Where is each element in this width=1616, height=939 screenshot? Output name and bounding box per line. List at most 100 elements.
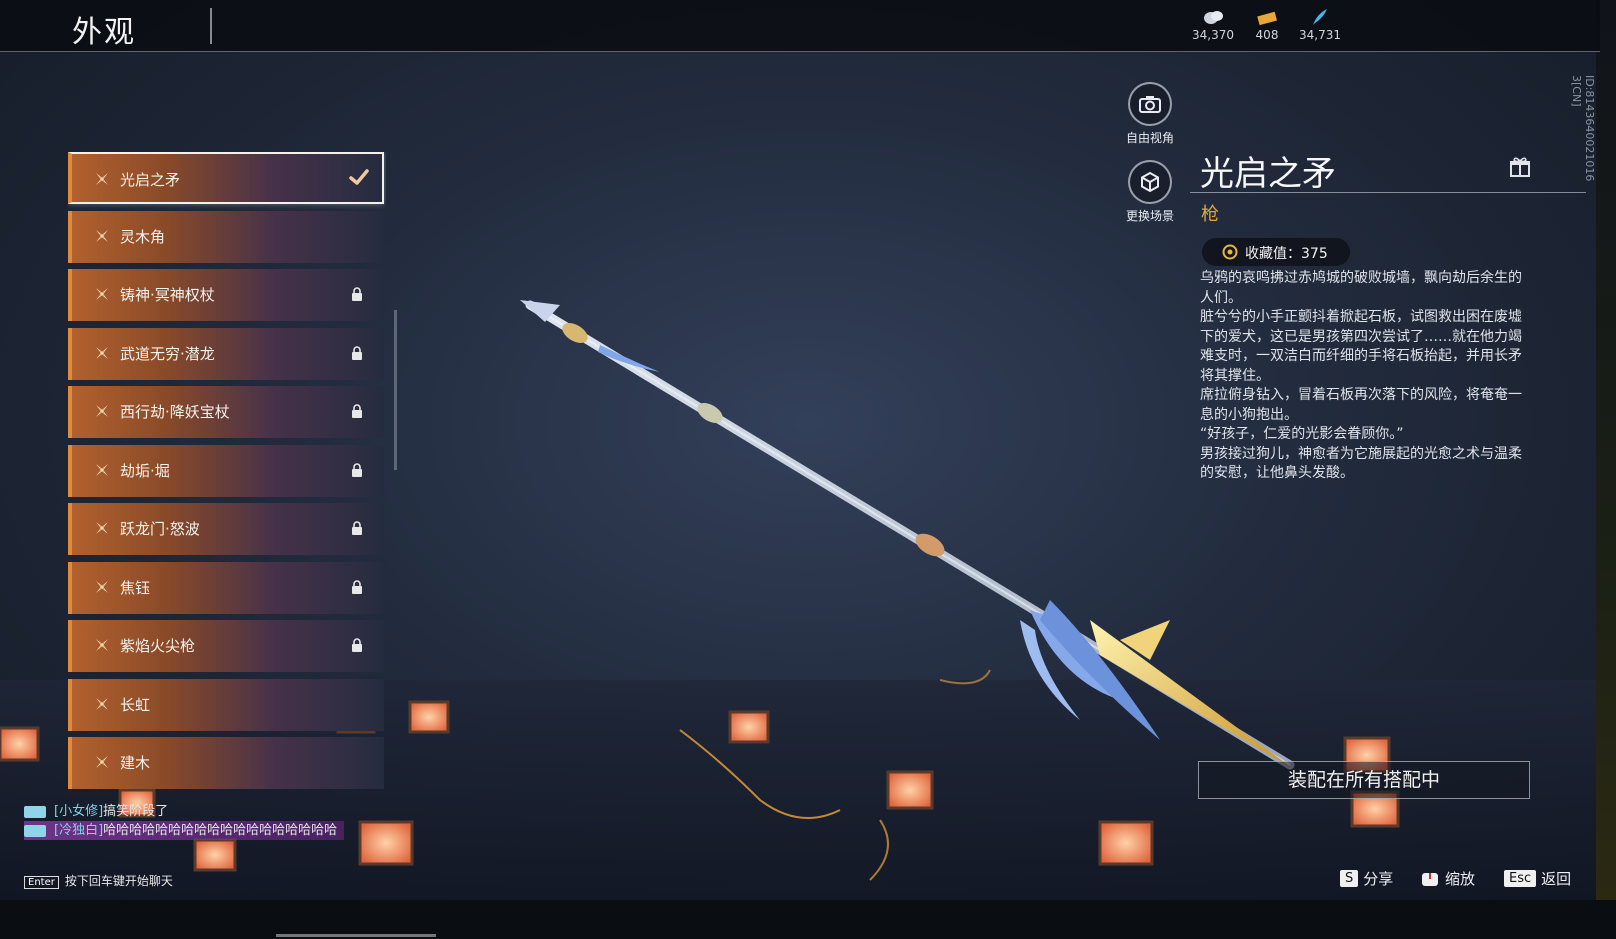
lock-icon [352, 345, 362, 360]
desc-paragraph: 脏兮兮的小手正颤抖着掀起石板，试图救出困在废墟下的爱犬，这已是男孩第四次尝试了…… [1200, 309, 1522, 384]
feather-icon [1313, 9, 1327, 25]
item-name-divider [1190, 192, 1586, 193]
item-type: 枪 [1201, 204, 1219, 225]
chat-message: [小女修]搞笑阶段了 [24, 802, 344, 821]
bottom-edge-strip [0, 900, 1616, 939]
lock-icon [352, 462, 362, 477]
mouse-icon [1422, 872, 1438, 886]
weapon-emblem-icon [96, 756, 108, 768]
change-scene-button[interactable]: 更换场景 [1110, 160, 1190, 224]
chat-panel: [小女修]搞笑阶段了 [冷独白]哈哈哈哈哈哈哈哈哈哈哈哈哈哈哈哈哈哈 [24, 802, 344, 840]
back-hint[interactable]: Esc 返回 [1504, 868, 1571, 892]
skin-label: 武道无穷·潜龙 [120, 344, 215, 363]
weapon-emblem-icon [96, 173, 108, 185]
chat-sender[interactable]: [小女修] [54, 804, 103, 819]
chat-text: 搞笑阶段了 [103, 804, 169, 819]
ticket-icon [1257, 11, 1277, 26]
channel-icon [24, 805, 46, 818]
currency-feather-value: 34,731 [1299, 28, 1341, 42]
weapon-emblem-icon [96, 697, 108, 710]
back-key: Esc [1504, 870, 1537, 887]
skin-list-item[interactable]: 长虹 [68, 678, 384, 731]
skin-label: 灵木角 [120, 227, 166, 246]
lock-icon [352, 287, 362, 301]
collection-badge: 收藏值：375 [1202, 238, 1350, 266]
skin-list-item[interactable]: 铸神·冥神权杖 [68, 269, 384, 321]
skin-label: 焦钰 [120, 578, 151, 597]
lock-icon [352, 521, 362, 535]
weapon-emblem-icon [96, 288, 108, 300]
free-view-button[interactable]: 自由视角 [1110, 82, 1190, 146]
weapon-emblem-icon [96, 639, 108, 651]
skin-label: 紫焰火尖枪 [120, 637, 196, 655]
weapon-emblem-icon [96, 229, 108, 242]
currency-coin: 34,370 [1183, 8, 1243, 42]
zoom-label: 缩放 [1445, 870, 1476, 888]
skin-label: 铸神·冥神权杖 [120, 286, 215, 304]
share-key: S [1340, 870, 1359, 887]
player-id-label: ID:8143640021016 3[CN] [1570, 75, 1596, 182]
weapon-emblem-icon [96, 522, 108, 534]
currency-coin-value: 34,370 [1192, 28, 1234, 42]
currency-ticket: 408 [1237, 8, 1297, 42]
skin-list-item[interactable]: 武道无穷·潜龙 [68, 327, 384, 380]
list-scrollbar[interactable] [394, 310, 397, 470]
skin-label: 光启之矛 [120, 171, 181, 189]
right-edge-strip [1596, 0, 1616, 939]
skin-list-item[interactable]: 焦钰 [68, 561, 384, 614]
change-scene-label: 更换场景 [1125, 209, 1174, 223]
item-description: 乌鸦的哀鸣拂过赤鸠城的破败城墙，飘向劫后余生的人们。 脏兮兮的小手正颤抖着掀起石… [1200, 269, 1534, 484]
camera-icon [1139, 96, 1161, 113]
share-label: 分享 [1363, 870, 1394, 888]
desc-paragraph: 席拉俯身钻入，冒着石板再次落下的风险，将奄奄一息的小狗抱出。 [1200, 387, 1522, 423]
collection-icon [1222, 244, 1238, 260]
chat-sender[interactable]: [冷独白] [54, 823, 103, 838]
gift-icon[interactable] [1508, 155, 1532, 179]
desc-paragraph: “好孩子，仁爱的光影会眷顾你。” [1200, 426, 1404, 442]
weapon-emblem-icon [96, 346, 108, 359]
cube-icon [1141, 171, 1159, 193]
desc-paragraph: 乌鸦的哀鸣拂过赤鸠城的破败城墙，飘向劫后余生的人们。 [1200, 270, 1522, 306]
chat-input-hint[interactable]: Enter 按下回车键开始聊天 [24, 872, 173, 889]
skin-list-item[interactable]: 劫垢·堀 [68, 444, 384, 497]
back-label: 返回 [1541, 870, 1572, 888]
free-view-label: 自由视角 [1125, 131, 1174, 145]
lock-icon [352, 579, 362, 594]
skin-list-item[interactable]: 西行劫·降妖宝杖 [68, 386, 384, 438]
skin-label: 西行劫·降妖宝杖 [120, 403, 230, 421]
weapon-emblem-icon [96, 580, 108, 593]
share-hint[interactable]: S 分享 [1340, 868, 1393, 892]
title-separator [210, 8, 212, 44]
skin-list-item[interactable]: 跃龙门·怒波 [68, 503, 384, 555]
lock-icon [352, 404, 362, 418]
skin-label: 长虹 [120, 695, 151, 714]
desc-paragraph: 男孩接过狗儿，神愈者为它施展起的光愈之术与温柔的安慰，让他鼻头发酸。 [1200, 445, 1522, 482]
top-bar-divider [0, 51, 1600, 52]
lock-icon [352, 638, 362, 652]
chat-prompt: 按下回车键开始聊天 [64, 874, 173, 888]
skin-list-item[interactable]: 建木 [68, 737, 384, 789]
enter-key-icon: Enter [24, 876, 59, 889]
skin-list-item[interactable]: 光启之矛 [68, 152, 384, 204]
skin-list-item[interactable]: 灵木角 [68, 210, 384, 263]
equip-all-outfits-button[interactable]: 装配在所有搭配中 [1198, 761, 1530, 799]
checkmark-icon [349, 169, 369, 185]
weapon-emblem-icon [96, 463, 108, 476]
collection-value: 收藏值：375 [1245, 246, 1328, 262]
skin-label: 跃龙门·怒波 [120, 520, 200, 538]
weapon-emblem-icon [96, 405, 108, 417]
currency-feather: 34,731 [1290, 8, 1350, 42]
top-bar [0, 0, 1600, 52]
skin-list[interactable]: 光启之矛灵木角铸神·冥神权杖 武道无穷·潜龙 西行劫·降妖宝杖 劫垢·堀跃龙门·怒波焦… [68, 152, 386, 800]
item-name: 光启之矛 [1200, 154, 1336, 194]
zoom-hint[interactable]: 缩放 [1420, 868, 1475, 892]
skin-label: 建木 [120, 754, 151, 772]
currency-ticket-value: 408 [1255, 28, 1279, 42]
chat-message: [冷独白]哈哈哈哈哈哈哈哈哈哈哈哈哈哈哈哈哈哈 [24, 821, 344, 840]
skin-list-item[interactable]: 紫焰火尖枪 [68, 620, 384, 672]
coin-bag-icon [1204, 11, 1223, 24]
page-title: 外观 [72, 15, 136, 50]
channel-icon [24, 824, 46, 837]
chat-text: 哈哈哈哈哈哈哈哈哈哈哈哈哈哈哈哈哈哈 [103, 823, 338, 838]
skin-label: 劫垢·堀 [120, 461, 170, 480]
